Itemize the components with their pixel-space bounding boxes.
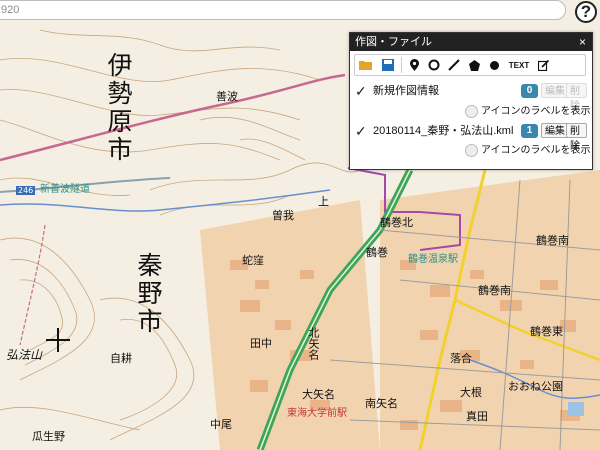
place-label-tsurumaki: 鶴巻 [366, 246, 388, 259]
top-bar: ? [0, 0, 600, 23]
layer-delete-button[interactable]: 削除 [566, 123, 587, 152]
place-label-tsurumaki-minami-1: 鶴巻南 [536, 234, 569, 247]
layer-edit-button[interactable]: 編集 [541, 83, 569, 98]
place-label-tsurumaki-minami-2: 鶴巻南 [478, 284, 511, 297]
dot-icon[interactable] [484, 55, 504, 75]
layer-visibility-checkbox[interactable]: ✓ [355, 122, 367, 140]
layer-row-new: ✓ 新規作図情報 0 編集 削除 [355, 82, 587, 112]
place-label-tanaka: 田中 [250, 337, 272, 350]
pond [568, 402, 584, 416]
layer-label-toggle[interactable]: アイコンのラベルを表示 [465, 104, 591, 120]
place-label-zenpa: 善波 [216, 90, 238, 103]
label-radio[interactable] [465, 105, 478, 118]
place-label-hebizuka: 蛇窪 [242, 254, 264, 267]
layer-name: 新規作図情報 [373, 85, 439, 97]
summit-marker [46, 328, 70, 352]
place-label-tsurumaki-higashi: 鶴巻東 [530, 325, 563, 338]
polygon-icon[interactable] [464, 55, 484, 75]
label-radio[interactable] [465, 144, 478, 157]
label-toggle-text: アイコンのラベルを表示 [481, 145, 591, 156]
layer-delete-button[interactable]: 削除 [566, 83, 587, 112]
place-label-minami-yana: 南矢名 [365, 397, 398, 410]
open-folder-icon[interactable] [355, 55, 377, 75]
edit-icon[interactable] [534, 55, 552, 75]
text-tool-button[interactable]: TEXT [504, 55, 534, 75]
layer-name: 20180114_秦野・弘法山.kml [373, 125, 514, 137]
city-label-hadano: 秦野市 [134, 252, 163, 336]
toolbar-separator [401, 57, 402, 73]
panel-title-bar: 作図・ファイル × [350, 33, 592, 51]
help-button[interactable]: ? [575, 1, 597, 23]
place-label-oone-park: おおね公園 [508, 380, 563, 393]
place-label-oone: 大根 [460, 386, 482, 399]
save-icon[interactable] [377, 55, 399, 75]
place-label-nakao: 中尾 [210, 418, 232, 431]
place-label-kuriko: 瓜生野 [32, 430, 65, 443]
place-label-makuta: 真田 [466, 410, 488, 423]
mountain-label: 弘法山 [6, 348, 43, 362]
circle-icon[interactable] [424, 55, 444, 75]
route-246-label: 246 [16, 186, 36, 195]
panel-close-button[interactable]: × [579, 33, 586, 51]
label-toggle-text: アイコンのラベルを表示 [481, 106, 591, 117]
layer-visibility-checkbox[interactable]: ✓ [355, 82, 367, 100]
station-label-tsurumaki-onsen: 鶴巻温泉駅 [408, 254, 458, 265]
drawing-file-panel: 作図・ファイル × TEXT ✓ 新規作図情報 0 編集 削除 アイコンのラベル… [349, 32, 593, 170]
search-input[interactable] [0, 0, 566, 20]
map-pin-icon[interactable] [404, 55, 424, 75]
line-icon[interactable] [444, 55, 464, 75]
station-label-tokai: 東海大学前駅 [287, 408, 347, 419]
place-label-soga: 曽我 [272, 209, 294, 222]
place-label-tsurumaki-kita: 鶴巻北 [380, 216, 413, 229]
layer-count-badge: 0 [521, 84, 538, 98]
panel-title: 作図・ファイル [355, 36, 432, 48]
city-label-isehara: 伊勢原市 [104, 52, 133, 164]
place-label-jiko: 自耕 [110, 352, 132, 365]
layer-row-kml: ✓ 20180114_秦野・弘法山.kml 1 編集 削除 [355, 122, 587, 152]
place-label-uwa: 上 [318, 195, 329, 208]
layer-label-toggle[interactable]: アイコンのラベルを表示 [465, 143, 591, 159]
layer-edit-button[interactable]: 編集 [541, 123, 569, 138]
drawing-toolbar: TEXT [354, 54, 586, 76]
tunnel-label: 新善波隧道 [40, 184, 90, 195]
place-label-ochiai: 落合 [450, 352, 472, 365]
layer-count-badge: 1 [521, 124, 538, 138]
place-label-oyane: 大矢名 [302, 388, 335, 401]
place-label-kitayana: 北矢名 [307, 327, 320, 360]
